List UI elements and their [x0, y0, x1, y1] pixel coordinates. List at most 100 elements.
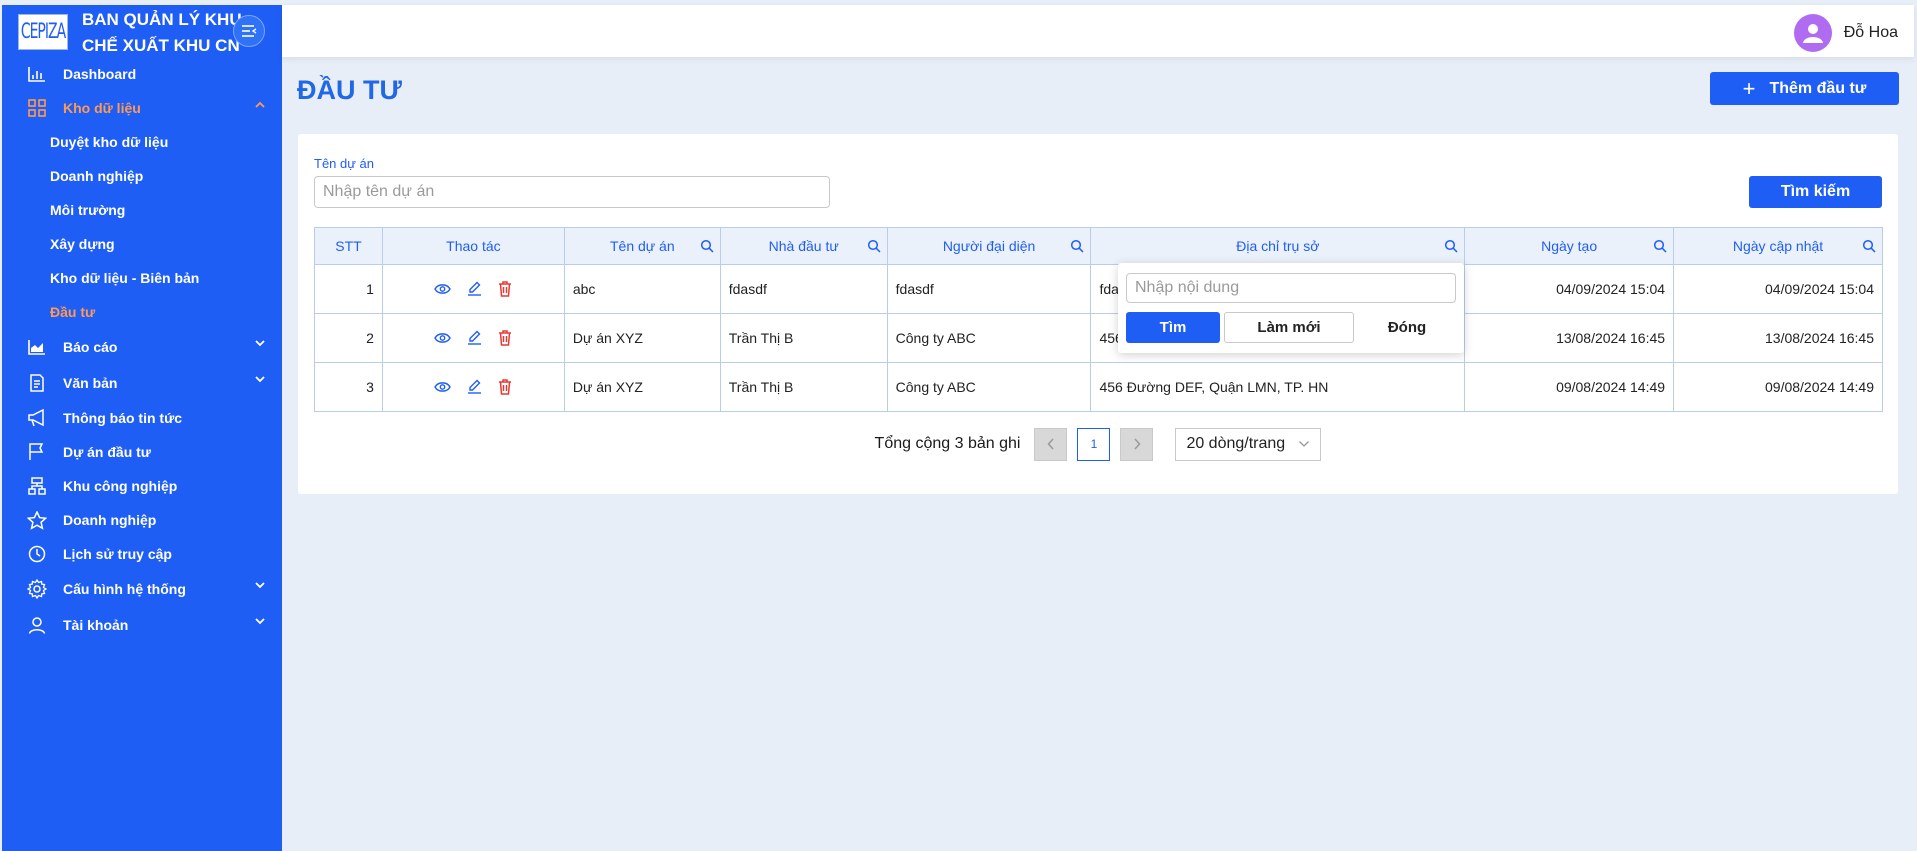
document-icon: [26, 372, 48, 394]
sidebar-subitem-investment[interactable]: Đầu tư: [2, 295, 282, 329]
sidebar-subitem-minutes[interactable]: Kho dữ liệu - Biên bản: [2, 261, 282, 295]
column-header-created: Ngày tạo: [1464, 227, 1675, 265]
sidebar-subitem-environment[interactable]: Môi trường: [2, 193, 282, 227]
sidebar-subitem-label: Duyệt kho dữ liệu: [50, 134, 169, 150]
project-name-label: Tên dự án: [314, 156, 375, 171]
column-search-icon[interactable]: [1862, 239, 1876, 253]
sidebar-item-enterprises[interactable]: Doanh nghiệp: [2, 503, 282, 537]
prev-page-button[interactable]: [1034, 427, 1068, 461]
edit-icon[interactable]: [467, 379, 482, 394]
cell-investor: Trần Thị B: [719, 362, 888, 412]
sidebar-item-label: Doanh nghiệp: [63, 512, 157, 528]
page-size-value: 20 dòng/trang: [1186, 435, 1286, 452]
chevron-right-icon: [1134, 438, 1141, 450]
sidebar-item-documents[interactable]: Văn bản: [2, 365, 282, 401]
filter-content-input[interactable]: [1126, 273, 1456, 303]
filter-reset-button[interactable]: Làm mới: [1224, 312, 1354, 343]
sidebar-item-label: Khu công nghiệp: [63, 478, 178, 494]
filter-find-button[interactable]: Tìm: [1126, 312, 1220, 343]
column-filter-popup: Tìm Làm mới Đóng: [1118, 263, 1464, 353]
cell-project-name: Dự án XYZ: [563, 362, 721, 412]
sidebar-item-data-warehouse[interactable]: Kho dữ liệu: [2, 91, 282, 125]
user-icon: [26, 614, 48, 636]
page-number-button[interactable]: 1: [1077, 427, 1111, 461]
table-row: 3 Dự án XYZ Trần Thị B Công ty ABC 456 Đ…: [314, 362, 1883, 412]
sidebar-item-news[interactable]: Thông báo tin tức: [2, 401, 282, 435]
sidebar-item-reports[interactable]: Báo cáo: [2, 329, 282, 365]
sidebar-item-label: Dự án đầu tư: [63, 444, 151, 460]
sidebar-subitem-approve-warehouse[interactable]: Duyệt kho dữ liệu: [2, 125, 282, 159]
sidebar-item-dashboard[interactable]: Dashboard: [2, 57, 282, 91]
delete-icon[interactable]: [498, 280, 512, 297]
page-title: ĐẦU TƯ: [297, 75, 402, 105]
column-header-representative: Người đại diện: [886, 227, 1092, 265]
sidebar-item-industrial-zones[interactable]: Khu công nghiệp: [2, 469, 282, 503]
sidebar-subitem-label: Môi trường: [50, 202, 126, 218]
sidebar-subitem-label: Đầu tư: [50, 304, 96, 320]
sidebar-item-access-history[interactable]: Lịch sử truy cập: [2, 537, 282, 571]
column-search-icon[interactable]: [1444, 239, 1458, 253]
sidebar-item-system-config[interactable]: Cấu hình hệ thống: [2, 571, 282, 607]
cell-updated: 09/08/2024 14:49: [1673, 362, 1883, 412]
search-button[interactable]: Tìm kiếm: [1749, 176, 1882, 208]
cell-representative: fdasdf: [886, 264, 1092, 314]
next-page-button[interactable]: [1120, 427, 1154, 461]
avatar[interactable]: [1793, 14, 1832, 52]
delete-icon[interactable]: [498, 378, 512, 395]
menu-collapse-icon: [242, 25, 257, 37]
cell-created: 04/09/2024 15:04: [1464, 264, 1675, 314]
column-header-label: Ngày cập nhật: [1732, 238, 1824, 254]
logo: CEPIZA: [18, 14, 68, 50]
sidebar: CEPIZA BAN QUẢN LÝ KHU CHẾ XUẤT KHU CN D…: [2, 5, 282, 851]
cell-actions: [381, 264, 565, 314]
sidebar-subitem-label: Doanh nghiệp: [50, 168, 144, 184]
org-name: BAN QUẢN LÝ KHU CHẾ XUẤT KHU CN: [82, 7, 252, 59]
cell-actions: [381, 313, 565, 363]
sidebar-item-account[interactable]: Tài khoản: [2, 607, 282, 643]
add-investment-button[interactable]: + Thêm đầu tư: [1710, 72, 1899, 105]
sidebar-toggle-button[interactable]: [233, 15, 265, 47]
chevron-left-icon: [1047, 438, 1054, 450]
view-icon[interactable]: [434, 381, 452, 393]
column-search-icon[interactable]: [1070, 239, 1085, 253]
view-icon[interactable]: [434, 283, 452, 295]
column-header-label: Ngày tạo: [1541, 238, 1598, 254]
sidebar-item-investment-projects[interactable]: Dự án đầu tư: [2, 435, 282, 469]
top-header: Đỗ Hoa: [282, 5, 1914, 57]
plus-icon: +: [1742, 75, 1756, 101]
project-name-input[interactable]: [314, 176, 830, 208]
page-size-select[interactable]: 20 dòng/trang: [1175, 427, 1322, 461]
cell-stt: 2: [314, 313, 383, 363]
cell-created: 13/08/2024 16:45: [1464, 313, 1675, 363]
add-investment-label: Thêm đầu tư: [1769, 79, 1867, 97]
column-header-label: Người đại diện: [942, 238, 1036, 254]
clock-icon: [26, 543, 48, 565]
edit-icon[interactable]: [467, 281, 482, 296]
column-header-stt: STT: [314, 227, 383, 265]
sidebar-item-label: Thông báo tin tức: [63, 410, 183, 426]
column-search-icon[interactable]: [867, 239, 881, 253]
chevron-down-icon: [255, 340, 265, 347]
user-avatar-icon: [1802, 24, 1823, 43]
sidebar-subitem-construction[interactable]: Xây dựng: [2, 227, 282, 261]
sidebar-menu: Dashboard Kho dữ liệu Duyệt kho dữ liệu …: [2, 57, 282, 643]
column-header-project-name: Tên dự án: [563, 227, 721, 265]
chevron-down-icon: [1299, 441, 1310, 447]
user-menu[interactable]: Đỗ Hoa: [1793, 14, 1898, 52]
sidebar-subitem-enterprise[interactable]: Doanh nghiệp: [2, 159, 282, 193]
column-header-label: Địa chỉ trụ sở: [1236, 238, 1320, 254]
column-search-icon[interactable]: [700, 239, 714, 253]
view-icon[interactable]: [434, 332, 452, 344]
column-header-label: STT: [335, 238, 362, 254]
investment-table: STT Thao tác Tên dự án Nhà đầu tư Người …: [314, 227, 1883, 412]
column-search-icon[interactable]: [1653, 239, 1667, 253]
gear-icon: [26, 578, 48, 600]
sidebar-subitem-label: Xây dựng: [50, 236, 115, 252]
delete-icon[interactable]: [498, 329, 512, 346]
cell-investor: fdasdf: [719, 264, 888, 314]
pagination-total: Tổng cộng 3 bản ghi: [874, 435, 1021, 452]
sidebar-item-label: Văn bản: [63, 375, 118, 391]
filter-close-button[interactable]: Đóng: [1358, 312, 1456, 343]
content-card: Tên dự án Tìm kiếm STT Thao tác Tên dự á…: [298, 134, 1898, 494]
edit-icon[interactable]: [467, 330, 482, 345]
